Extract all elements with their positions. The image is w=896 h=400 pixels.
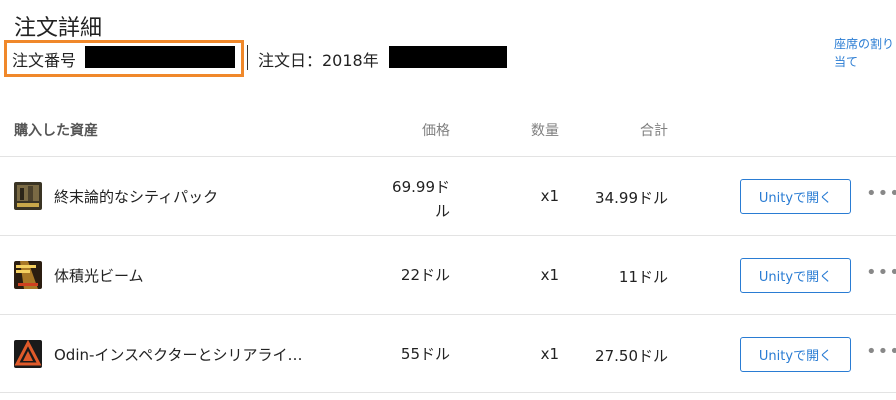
asset-quantity: x1: [540, 345, 559, 363]
asset-price: 55ドル: [400, 345, 450, 363]
open-in-unity-button[interactable]: Unityで開く: [740, 179, 851, 214]
table-bottom-divider: [0, 392, 896, 393]
asset-total: 11ドル: [618, 268, 668, 286]
order-date-label: 注文日：2018年: [258, 51, 379, 70]
open-in-unity-button[interactable]: Unityで開く: [740, 337, 851, 372]
asset-name[interactable]: 体積光ビーム: [54, 265, 144, 286]
asset-name[interactable]: 終末論的なシティパック: [54, 186, 218, 207]
column-header-asset: 購入した資産: [14, 123, 98, 139]
page-title: 注文詳細: [14, 16, 103, 41]
asset-price: 22ドル: [400, 266, 450, 284]
column-header-total: 合計: [640, 123, 668, 139]
order-number-label: 注文番号: [12, 51, 77, 70]
asset-quantity: x1: [540, 187, 559, 205]
more-options-icon[interactable]: •••: [866, 183, 896, 204]
column-header-price: 価格: [422, 123, 450, 139]
open-in-unity-button[interactable]: Unityで開く: [740, 258, 851, 293]
more-options-icon[interactable]: •••: [866, 341, 896, 362]
volumetric-light-thumbnail-icon: [14, 261, 42, 289]
city-pack-thumbnail-icon: [14, 182, 42, 210]
redacted-order-date: [389, 46, 507, 68]
table-row: 体積光ビーム 22ドル x1 11ドル Unityで開く •••: [0, 235, 896, 314]
redacted-order-number: [85, 46, 235, 68]
assign-seats-link[interactable]: 座席の割り当て: [834, 35, 896, 71]
odin-logo-icon: [14, 340, 42, 368]
column-header-quantity: 数量: [531, 123, 559, 139]
table-row: 終末論的なシティパック 69.99ドル x1 34.99ドル Unityで開く …: [0, 156, 896, 235]
asset-total: 27.50ドル: [595, 347, 668, 365]
header-divider: [247, 45, 248, 70]
table-row: Odin-インスペクターとシリアライ… 55ドル x1 27.50ドル Unit…: [0, 314, 896, 393]
more-options-icon[interactable]: •••: [866, 262, 896, 283]
asset-price: 69.99ドル: [392, 178, 450, 220]
asset-quantity: x1: [540, 266, 559, 284]
asset-total: 34.99ドル: [595, 189, 668, 207]
asset-name[interactable]: Odin-インスペクターとシリアライ…: [54, 344, 302, 365]
